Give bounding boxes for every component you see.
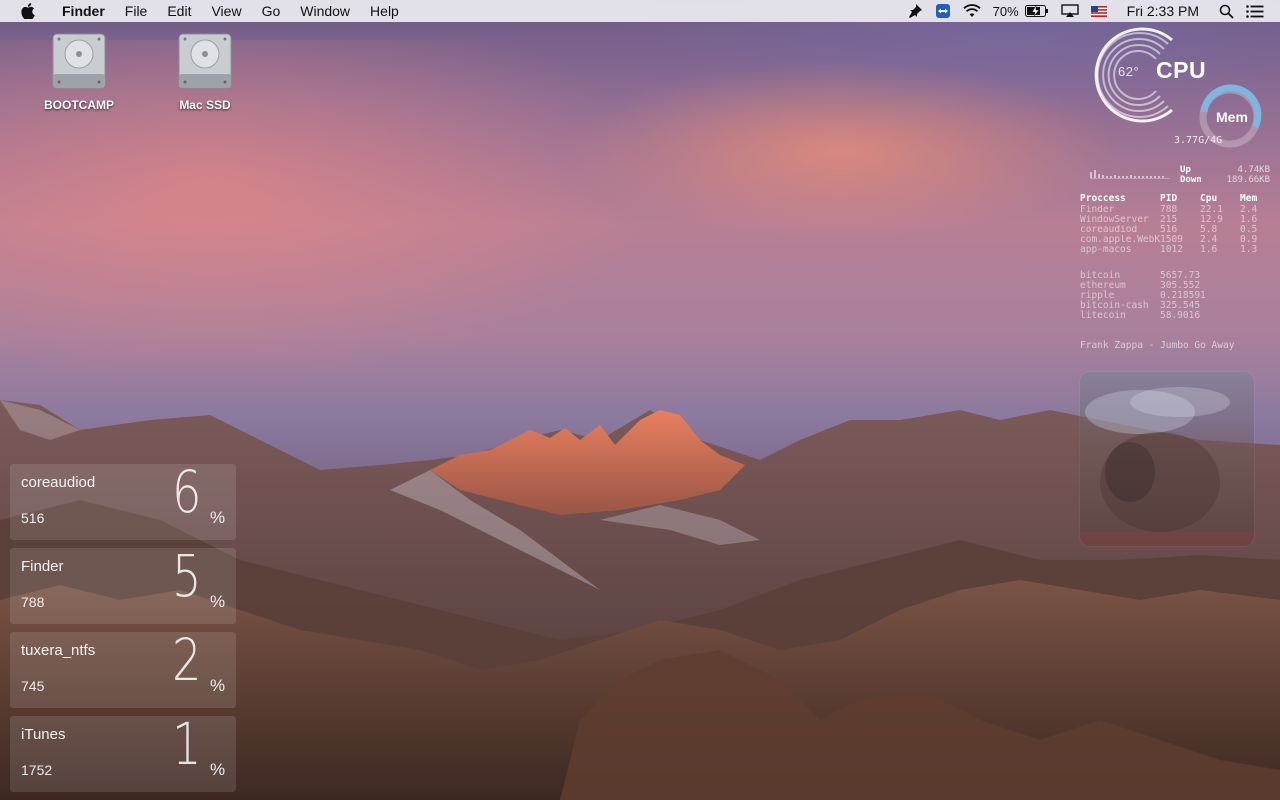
menu-clock[interactable]: Fri 2:33 PM xyxy=(1113,0,1213,22)
process-pid: 516 xyxy=(21,510,45,526)
pin-icon[interactable] xyxy=(901,0,929,22)
process-name: coreaudiod xyxy=(21,474,96,491)
battery-percentage[interactable]: 70% xyxy=(987,0,1025,22)
table-row: app-macos 1012 1.6 1.3 xyxy=(1080,244,1258,255)
menu-edit[interactable]: Edit xyxy=(157,0,201,22)
notification-center-icon[interactable] xyxy=(1240,0,1270,22)
percent-sign: % xyxy=(210,508,226,527)
process-pid: 1752 xyxy=(21,762,53,778)
top-process-card: Finder 788 5 % xyxy=(10,542,236,624)
menu-go[interactable]: Go xyxy=(252,0,291,22)
now-playing-track: Frank Zappa - Jumbo Go Away xyxy=(1080,340,1235,351)
menu-file[interactable]: File xyxy=(115,0,158,22)
apple-menu-icon[interactable] xyxy=(18,0,38,22)
top-process-card: tuxera_ntfs 745 2 % xyxy=(10,626,236,708)
teamviewer-icon[interactable] xyxy=(929,0,957,22)
mem-usage-value: 3.77G/4G xyxy=(1174,135,1223,146)
spotlight-search-icon[interactable] xyxy=(1213,0,1240,22)
airplay-icon[interactable] xyxy=(1055,0,1085,22)
process-name: Finder xyxy=(21,558,64,575)
process-table: Proccess PID Cpu Mem Finder 788 22.1 2.4 Wi… xyxy=(1080,194,1270,255)
desktop-icon-label: Mac SSD xyxy=(179,98,231,112)
menu-window[interactable]: Window xyxy=(290,0,360,22)
crypto-prices: bitcoin 5657.73 ethereum 305.552 ripple 0.2… xyxy=(1080,271,1270,321)
network-up-label: Up xyxy=(1180,165,1191,175)
hard-drive-icon xyxy=(52,33,106,89)
process-pid: 745 xyxy=(21,678,45,694)
mem-label: Mem xyxy=(1216,109,1248,125)
process-name: tuxera_ntfs xyxy=(21,642,96,659)
desktop-icon-label: BOOTCAMP xyxy=(44,98,114,112)
percent-sign: % xyxy=(210,760,226,779)
network-down-label: Down xyxy=(1180,175,1202,185)
network-activity-graph xyxy=(1090,170,1170,179)
process-cpu-percent: 6 xyxy=(172,458,202,526)
menu-finder[interactable]: Finder xyxy=(52,0,115,22)
percent-sign: % xyxy=(210,676,226,695)
top-process-card: iTunes 1752 1 % xyxy=(10,710,236,792)
cpu-label: CPU xyxy=(1156,57,1207,83)
percent-sign: % xyxy=(210,592,226,611)
menu-bar: Finder File Edit View Go Window Help 70%… xyxy=(0,0,1280,22)
desktop-icon-mac-ssd[interactable]: Mac SSD xyxy=(155,30,255,112)
us-flag-input-icon[interactable] xyxy=(1085,0,1113,22)
top-process-card: coreaudiod 516 6 % xyxy=(10,458,236,540)
menu-view[interactable]: View xyxy=(201,0,251,22)
process-table-header: Proccess PID Cpu Mem xyxy=(1080,193,1258,204)
network-widget: Up 4.74KB Down 189.66KB xyxy=(1090,164,1272,186)
process-pid: 788 xyxy=(21,594,45,610)
battery-charging-icon[interactable] xyxy=(1024,0,1055,22)
wifi-icon[interactable] xyxy=(957,0,987,22)
desktop-icon-bootcamp[interactable]: BOOTCAMP xyxy=(29,30,129,112)
hard-drive-icon xyxy=(178,33,232,89)
process-cpu-percent: 5 xyxy=(172,542,202,610)
network-down-value: 189.66KB xyxy=(1226,175,1270,185)
process-cpu-percent: 2 xyxy=(172,626,202,694)
cpu-temperature: 62° xyxy=(1118,64,1140,79)
menu-help[interactable]: Help xyxy=(360,0,409,22)
network-up-value: 4.74KB xyxy=(1237,165,1270,175)
crypto-row: litecoin 58.9016 xyxy=(1080,310,1201,321)
process-name: iTunes xyxy=(21,726,66,743)
process-cpu-percent: 1 xyxy=(172,710,202,778)
album-artwork xyxy=(1080,372,1254,546)
